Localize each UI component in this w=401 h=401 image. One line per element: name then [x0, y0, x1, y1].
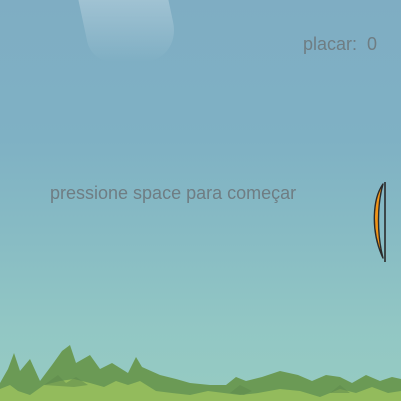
ground-foliage: [0, 345, 401, 401]
start-prompt: pressione space para começar: [50, 183, 297, 203]
bow-icon: [373, 182, 386, 262]
score-display: placar: 0: [303, 34, 377, 55]
bow-limb: [373, 183, 384, 259]
score-value: 0: [366, 34, 377, 54]
score-label: placar:: [302, 34, 362, 54]
game-canvas[interactable]: placar: 0 pressione space para começar: [0, 0, 401, 401]
sky-haze: [78, 0, 182, 62]
